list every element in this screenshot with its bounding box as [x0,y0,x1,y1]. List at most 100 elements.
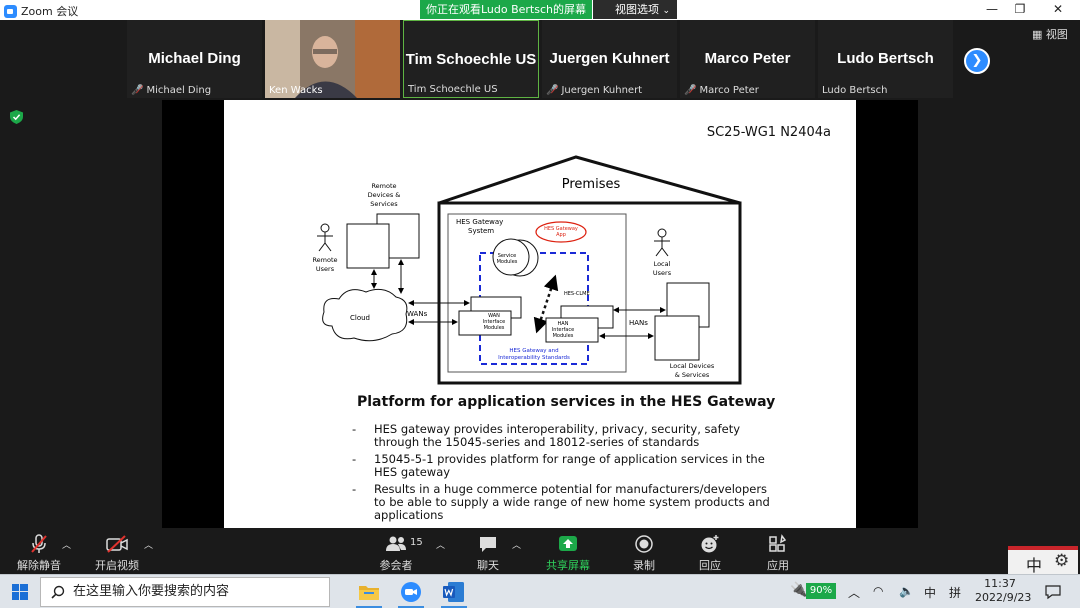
participant-video-tile[interactable]: Ken Wacks [265,20,400,98]
start-video-label: 开启视频 [95,559,139,572]
clock-date: 2022/9/23 [975,591,1032,604]
local-user-icon [654,228,670,257]
viewing-share-banner: 你正在观看Ludo Bertsch的屏幕 [420,0,592,19]
muted-mic-icon: 🎤̸ [546,85,559,96]
participant-tile[interactable]: Ludo Bertsch Ludo Bertsch [818,20,953,98]
participant-label-row: 🎤̸ Juergen Kuhnert [546,85,642,96]
participant-label-row: 🎤̸ Marco Peter [684,85,759,96]
bullet-item: HES gateway provides interoperability, p… [352,423,772,449]
cloud-label: Cloud [350,314,370,322]
start-video-button[interactable]: 开启视频 [94,534,140,573]
share-screen-label: 共享屏幕 [546,559,590,572]
gateway-system-label: HES Gateway System [456,218,503,235]
chat-icon [480,537,496,552]
audio-options-caret-icon[interactable]: ︿ [62,538,71,551]
reactions-button[interactable]: 回应 [692,534,728,573]
bullet-item: Results in a huge commerce potential for… [352,483,772,522]
mic-off-icon [31,534,47,553]
ime-language-indicator: 中 [1026,556,1043,575]
muted-mic-icon: 🎤̸ [131,85,144,96]
ime-language[interactable]: 中 [924,584,936,601]
smiley-icon [701,535,719,553]
reactions-label: 回应 [699,559,721,572]
remote-devices-label: Remote Devices & Services [368,182,401,208]
bullet-item: 15045-5-1 provides platform for range of… [352,453,772,479]
participants-label: 参会者 [379,559,413,572]
remote-users-label: Remote Users [312,256,337,273]
wans-label: WANs [407,310,428,318]
shared-slide: SC25-WG1 N2404a Premises HES Gateway Syst… [224,100,856,528]
zoom-app-icon[interactable] [400,581,422,603]
grid-icon: ▦ [1032,28,1043,41]
participant-name: Juergen Kuhnert [549,50,670,67]
apps-icon [769,534,787,552]
app-title: Zoom 会议 [4,3,78,19]
video-options-caret-icon[interactable]: ︿ [144,538,153,551]
participant-label: Ken Wacks [269,85,323,96]
video-off-icon [106,535,128,553]
participant-label-row: 🎤̸ Michael Ding [131,85,211,96]
windows-start-icon[interactable] [12,584,28,600]
meeting-toolbar: 解除静音 ︿ 开启视频 ︿ 参会者 15 ︿ 聊天 ︿ 共享屏幕 录制 回应 应… [0,528,1080,574]
view-toggle-label: 视图 [1045,28,1068,41]
hans-label: HANs [629,319,648,327]
view-options-button[interactable]: 视图选项 ⌄ [593,0,677,19]
file-explorer-icon[interactable] [358,582,380,602]
unmute-button[interactable]: 解除静音 [16,534,62,573]
hes-clme-label: HES-CLME [564,291,590,297]
participant-label: Juergen Kuhnert [561,85,643,96]
ime-mode[interactable]: 拼 [949,584,961,601]
next-page-arrow-icon[interactable]: ❯ [964,48,990,74]
premises-label: Premises [562,177,621,192]
chevron-down-icon: ⌄ [662,6,671,16]
service-modules-label: Service Modules [497,253,518,265]
record-label: 录制 [633,559,655,572]
hes-gateway-diagram: Premises HES Gateway System HES Gateway Ap… [312,155,742,385]
share-screen-button[interactable]: 共享屏幕 [544,534,592,573]
participant-tile[interactable]: Juergen Kuhnert 🎤̸ Juergen Kuhnert [542,20,677,98]
restore-button[interactable]: ❐ [1010,2,1030,18]
participant-label-row: Tim Schoechle US [408,84,498,95]
participant-tile[interactable]: Michael Ding 🎤̸ Michael Ding [127,20,262,98]
local-users-label: Local Users [653,260,672,277]
search-icon [51,585,65,599]
encryption-shield-icon[interactable] [10,110,23,124]
minimize-button[interactable]: — [982,2,1002,18]
show-hidden-icons-chevron-icon[interactable]: ︿ [848,584,860,601]
participant-label-row: Ludo Bertsch [822,85,887,96]
word-app-icon[interactable] [442,581,466,603]
taskbar-search-box[interactable]: 在这里输入你要搜索的内容 [40,577,330,607]
participant-tile-active[interactable]: Tim Schoechle US Tim Schoechle US [403,20,539,98]
windows-taskbar: 在这里输入你要搜索的内容 🔌 90% ︿ ◠ 🔈 中 拼 11:37 2022/… [0,574,1080,608]
power-plug-icon: 🔌 [790,582,808,598]
taskbar-clock[interactable]: 11:37 2022/9/23 [975,577,1032,605]
participant-label: Marco Peter [699,85,759,96]
record-button[interactable]: 录制 [626,534,662,573]
apps-button[interactable]: 应用 [760,534,796,573]
participant-name: Ludo Bertsch [837,50,934,67]
zoom-logo-icon [4,4,17,18]
participant-tile[interactable]: Marco Peter 🎤̸ Marco Peter [680,20,815,98]
view-toggle-button[interactable]: ▦ 视图 [1032,26,1068,42]
volume-icon[interactable]: 🔈 [899,584,914,598]
participants-icon [386,536,406,551]
settings-gear-icon[interactable]: ⚙ [1054,551,1069,571]
close-button[interactable]: ✕ [1048,2,1068,18]
interop-label: HES Gateway and Interoperability Standard… [498,348,570,361]
local-devices-label: Local Devices & Services [670,362,715,379]
remote-user-icon [317,223,333,252]
chat-button[interactable]: 聊天 [470,534,506,573]
wifi-icon[interactable]: ◠ [873,584,883,598]
notifications-icon[interactable] [1045,584,1061,600]
search-placeholder: 在这里输入你要搜索的内容 [73,584,230,599]
battery-indicator[interactable]: 90% [806,583,836,599]
ime-floating-bar[interactable]: 中 ⚙ [1008,546,1078,575]
participant-count: 15 [410,537,423,548]
participant-name: Tim Schoechle US [405,51,537,68]
participant-name: Michael Ding [148,50,241,67]
app-name: Zoom 会议 [21,5,79,18]
clock-time: 11:37 [984,577,1016,590]
participants-options-caret-icon[interactable]: ︿ [436,538,445,551]
slide-title: Platform for application services in the… [357,394,776,410]
chat-options-caret-icon[interactable]: ︿ [512,538,521,551]
